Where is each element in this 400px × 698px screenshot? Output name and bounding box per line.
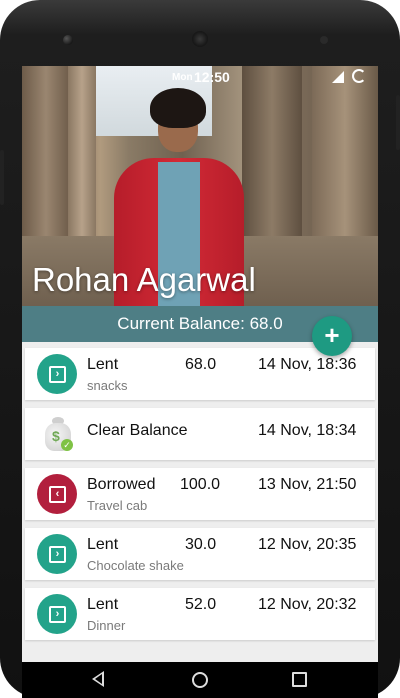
lent-arrow-icon: › xyxy=(37,534,77,574)
transaction-date: 12 Nov, 20:32 xyxy=(258,596,357,613)
money-bag-icon: $ ✓ xyxy=(42,415,76,453)
add-transaction-button[interactable]: + xyxy=(312,316,352,356)
arrow-glyph: › xyxy=(49,366,66,383)
transaction-item[interactable]: › Lent 30.0 12 Nov, 20:35 Chocolate shak… xyxy=(25,528,375,580)
borrowed-arrow-icon: ‹ xyxy=(37,474,77,514)
recents-icon[interactable] xyxy=(292,672,307,687)
transaction-date: 13 Nov, 21:50 xyxy=(258,476,357,493)
earpiece-speaker xyxy=(192,31,208,47)
transaction-note: snacks xyxy=(87,378,128,393)
transaction-item[interactable]: › Lent 52.0 12 Nov, 20:32 Dinner xyxy=(25,588,375,640)
power-button xyxy=(0,150,4,205)
transaction-type: Lent xyxy=(87,536,119,553)
lent-arrow-icon: › xyxy=(37,594,77,634)
transaction-item[interactable]: › Lent 68.0 14 Nov, 18:36 snacks xyxy=(25,348,375,400)
app-screen: Mon 12:50 Rohan Agarwal Current Balance:… xyxy=(22,66,378,698)
transaction-amount: 30.0 xyxy=(185,536,217,553)
transaction-note: Dinner xyxy=(87,618,126,633)
transaction-amount: 52.0 xyxy=(185,596,217,613)
transaction-type: Borrowed xyxy=(87,476,156,493)
arrow-glyph: ‹ xyxy=(49,486,66,503)
navigation-bar xyxy=(22,662,378,698)
status-day: Mon xyxy=(172,72,193,83)
person-hair xyxy=(150,88,206,128)
transaction-item[interactable]: $ ✓ Clear Balance 14 Nov, 18:34 xyxy=(25,408,375,460)
home-icon[interactable] xyxy=(192,672,208,688)
transaction-note: Chocolate shake xyxy=(87,558,184,573)
check-icon: ✓ xyxy=(61,439,73,451)
phone-frame: Mon 12:50 Rohan Agarwal Current Balance:… xyxy=(0,0,400,698)
transaction-amount: 100.0 xyxy=(180,476,221,493)
signal-icon xyxy=(332,71,344,83)
back-icon[interactable] xyxy=(92,671,104,687)
transaction-date: 12 Nov, 20:35 xyxy=(258,536,357,553)
user-name: Rohan Agarwal xyxy=(32,261,256,298)
arrow-glyph: › xyxy=(49,546,66,563)
plus-icon: + xyxy=(324,320,340,350)
status-time: 12:50 xyxy=(194,69,230,85)
transaction-type: Lent xyxy=(87,356,119,373)
arrow-glyph: › xyxy=(49,606,66,623)
transaction-amount: 68.0 xyxy=(185,356,217,373)
front-camera xyxy=(63,35,73,45)
status-bar: Mon 12:50 xyxy=(22,66,378,88)
proximity-sensor xyxy=(320,36,328,44)
transaction-item[interactable]: ‹ Borrowed 100.0 13 Nov, 21:50 Travel ca… xyxy=(25,468,375,520)
transaction-date: 14 Nov, 18:34 xyxy=(258,422,357,439)
lent-arrow-icon: › xyxy=(37,354,77,394)
dollar-sign: $ xyxy=(52,428,60,444)
transaction-type: Clear Balance xyxy=(87,422,188,439)
sync-icon xyxy=(352,69,366,83)
volume-button xyxy=(396,95,400,150)
transaction-date: 14 Nov, 18:36 xyxy=(258,356,357,373)
transaction-note: Travel cab xyxy=(87,498,148,513)
transaction-type: Lent xyxy=(87,596,119,613)
